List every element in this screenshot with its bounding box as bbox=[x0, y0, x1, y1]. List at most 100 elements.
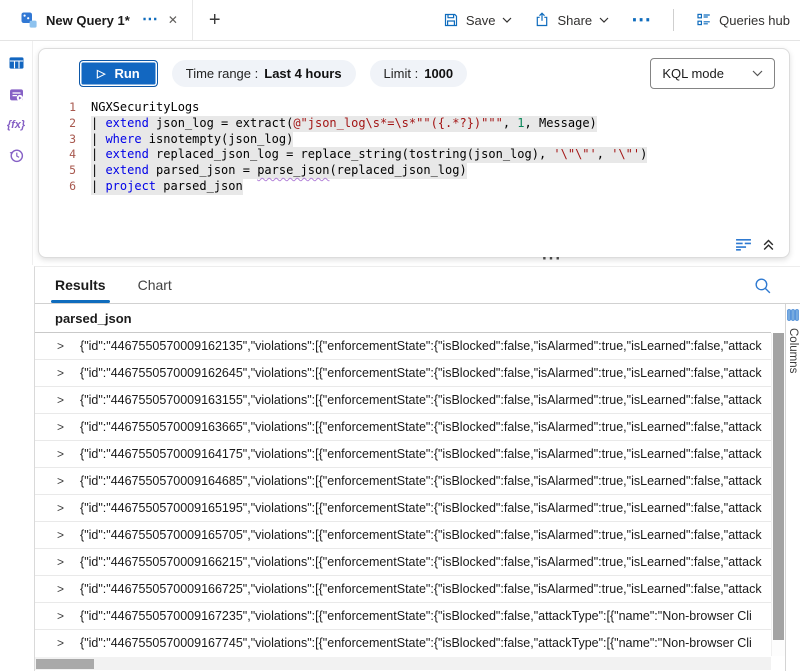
limit-label: Limit : bbox=[384, 66, 419, 81]
code-line[interactable]: 5| extend parsed_json = parse_json(repla… bbox=[39, 163, 789, 179]
tab-results[interactable]: Results bbox=[55, 267, 106, 303]
result-cell: {"id":"4467550570009162645","violations"… bbox=[80, 366, 771, 380]
result-cell: {"id":"4467550570009166215","violations"… bbox=[80, 555, 771, 569]
expand-row-icon[interactable]: > bbox=[57, 528, 64, 542]
result-cell: {"id":"4467550570009165195","violations"… bbox=[80, 501, 771, 515]
result-row[interactable]: >{"id":"4467550570009163665","violations… bbox=[35, 414, 771, 441]
tab-chart[interactable]: Chart bbox=[138, 267, 172, 303]
code-text: | project parsed_json bbox=[91, 179, 243, 195]
result-cell: {"id":"4467550570009166725","violations"… bbox=[80, 582, 771, 596]
save-icon bbox=[443, 12, 459, 28]
tables-icon[interactable] bbox=[8, 55, 25, 71]
limit-value: 1000 bbox=[424, 66, 453, 81]
time-range-label: Time range : bbox=[186, 66, 259, 81]
result-rows: > {"id":"4467550570009162135","violations… bbox=[35, 333, 771, 656]
run-button[interactable]: ▷ Run bbox=[79, 60, 158, 87]
code-line[interactable]: 2| extend json_log = extract(@"json_log\… bbox=[39, 116, 789, 132]
code-text: | extend replaced_json_log = replace_str… bbox=[91, 147, 647, 163]
expand-row-icon[interactable]: > bbox=[57, 339, 64, 353]
result-row[interactable]: > {"id":"4467550570009167745","violations… bbox=[35, 630, 771, 656]
kql-mode-dropdown[interactable]: KQL mode bbox=[650, 58, 775, 89]
columns-icon bbox=[787, 309, 799, 321]
editor-footer-actions bbox=[735, 238, 775, 251]
kql-mode-label: KQL mode bbox=[662, 66, 724, 81]
code-lines[interactable]: 1NGXSecurityLogs2| extend json_log = ext… bbox=[39, 100, 789, 195]
expand-row-icon[interactable]: > bbox=[57, 609, 64, 623]
run-label: Run bbox=[114, 66, 139, 81]
result-cell: {"id":"4467550570009163155","violations"… bbox=[80, 393, 771, 407]
expand-row-icon[interactable]: > bbox=[57, 474, 64, 488]
tab-title: New Query 1* bbox=[46, 13, 130, 28]
result-cell: {"id":"4467550570009167745","violations"… bbox=[80, 636, 771, 650]
line-number: 3 bbox=[39, 132, 91, 148]
columns-side-panel[interactable]: Columns bbox=[785, 304, 800, 671]
vertical-scrollbar-thumb[interactable] bbox=[773, 333, 784, 640]
expand-row-icon[interactable]: > bbox=[57, 501, 64, 515]
vertical-scrollbar[interactable] bbox=[771, 333, 785, 656]
horizontal-scrollbar[interactable] bbox=[35, 657, 771, 670]
run-play-icon: ▷ bbox=[97, 67, 105, 80]
time-range-picker[interactable]: Time range : Last 4 hours bbox=[172, 60, 356, 87]
app-window: New Query 1* ⋯ ✕ + Save bbox=[0, 0, 800, 671]
code-text: | extend json_log = extract(@"json_log\s… bbox=[91, 116, 597, 132]
code-line[interactable]: 4| extend replaced_json_log = replace_st… bbox=[39, 147, 789, 163]
more-actions-icon[interactable]: ⋯ bbox=[631, 15, 651, 25]
format-query-icon[interactable] bbox=[735, 238, 752, 251]
collapse-editor-icon[interactable] bbox=[762, 238, 775, 251]
result-row[interactable]: > {"id":"4467550570009163155","violations… bbox=[35, 387, 771, 414]
save-button[interactable]: Save bbox=[443, 12, 513, 28]
functions-icon[interactable]: {fx} bbox=[7, 119, 25, 131]
share-button[interactable]: Share bbox=[534, 12, 609, 28]
topbar-divider bbox=[673, 9, 674, 31]
code-text: | where isnotempty(json_log) bbox=[91, 132, 293, 148]
queries-hub-button[interactable]: Queries hub bbox=[696, 12, 790, 28]
result-row[interactable]: > {"id":"4467550570009166215","violations… bbox=[35, 549, 771, 576]
expand-row-icon[interactable]: > bbox=[57, 636, 64, 650]
result-cell: {"id":"4467550570009167235","violations"… bbox=[80, 609, 771, 623]
share-chevron-down-icon bbox=[599, 17, 609, 23]
expand-row-icon[interactable]: > bbox=[57, 555, 64, 569]
saved-queries-icon[interactable] bbox=[8, 87, 25, 103]
result-row[interactable]: >{"id":"4467550570009164685","violations… bbox=[35, 468, 771, 495]
result-row[interactable]: > {"id":"4467550570009165195","violations… bbox=[35, 495, 771, 522]
column-header-parsed-json[interactable]: parsed_json bbox=[35, 304, 771, 333]
limit-picker[interactable]: Limit : 1000 bbox=[370, 60, 468, 87]
expand-row-icon[interactable]: > bbox=[57, 420, 64, 434]
code-line[interactable]: 1NGXSecurityLogs bbox=[39, 100, 789, 116]
top-tab-bar: New Query 1* ⋯ ✕ + Save bbox=[0, 0, 800, 41]
result-cell: {"id":"4467550570009162135","violations"… bbox=[80, 339, 771, 353]
close-tab-icon[interactable]: ✕ bbox=[168, 13, 178, 27]
tab-more-icon[interactable]: ⋯ bbox=[142, 15, 158, 25]
code-line[interactable]: 3| where isnotempty(json_log) bbox=[39, 132, 789, 148]
expand-row-icon[interactable]: > bbox=[57, 393, 64, 407]
code-line[interactable]: 6| project parsed_json bbox=[39, 179, 789, 195]
results-panel: Results Chart parsed_json >{"id":"446755… bbox=[34, 266, 800, 671]
result-cell: {"id":"4467550570009165705","violations"… bbox=[80, 528, 771, 542]
columns-panel-label: Columns bbox=[787, 328, 799, 373]
expand-row-icon[interactable]: > bbox=[57, 582, 64, 596]
result-row[interactable]: > {"id":"4467550570009162645","violations… bbox=[35, 360, 771, 387]
left-rail: {fx} bbox=[0, 41, 33, 265]
kql-mode-chevron-down-icon bbox=[752, 70, 763, 77]
line-number: 1 bbox=[39, 100, 91, 116]
line-number: 4 bbox=[39, 147, 91, 163]
queries-hub-icon bbox=[696, 12, 712, 28]
query-toolbar: ▷ Run Time range : Last 4 hours Limit : … bbox=[39, 49, 789, 95]
horizontal-scrollbar-thumb[interactable] bbox=[36, 659, 94, 669]
expand-row-icon[interactable]: > bbox=[57, 366, 64, 380]
expand-row-icon[interactable]: > bbox=[57, 447, 64, 461]
new-tab-button[interactable]: + bbox=[209, 9, 221, 32]
result-row[interactable]: > {"id":"4467550570009165705","violations… bbox=[35, 522, 771, 549]
result-row[interactable]: >{"id":"4467550570009164175","violations… bbox=[35, 441, 771, 468]
result-row[interactable]: > {"id":"4467550570009167235","violations… bbox=[35, 603, 771, 630]
time-range-value: Last 4 hours bbox=[264, 66, 341, 81]
result-row[interactable]: > {"id":"4467550570009162135","violations… bbox=[35, 333, 771, 360]
history-icon[interactable] bbox=[8, 147, 25, 164]
share-label: Share bbox=[557, 13, 592, 28]
query-tab[interactable]: New Query 1* ⋯ ✕ bbox=[10, 0, 193, 40]
line-number: 5 bbox=[39, 163, 91, 179]
save-chevron-down-icon bbox=[502, 17, 512, 23]
search-icon[interactable] bbox=[753, 276, 772, 295]
result-row[interactable]: > {"id":"4467550570009166725","violations… bbox=[35, 576, 771, 603]
queries-hub-label: Queries hub bbox=[719, 13, 790, 28]
